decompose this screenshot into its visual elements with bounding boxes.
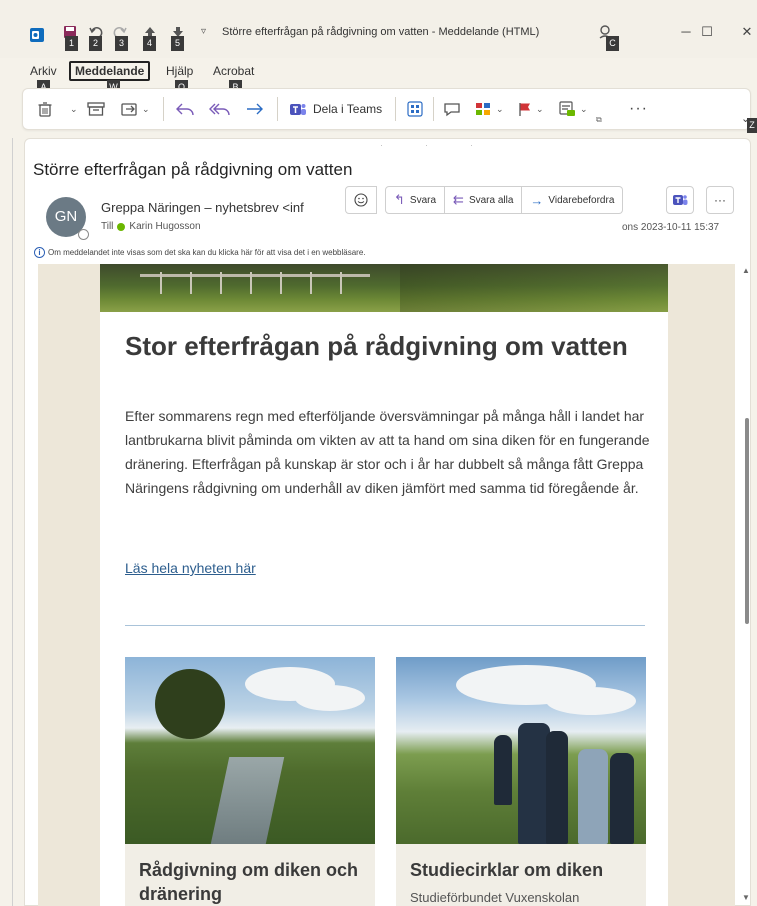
email-body: Stor efterfrågan på rådgivning om vatten… [38,264,735,906]
reply-all-action-icon: ⇇ [453,192,464,207]
reply-all-action-label: Svara alla [468,194,514,206]
ditch-photo[interactable] [125,657,375,844]
reply-button[interactable] [175,98,195,120]
message-subject: Större efterfrågan på rådgivning om vatt… [33,160,353,179]
scroll-up-arrow-icon[interactable]: ▲ [742,266,750,275]
ribbon-separator [163,97,164,121]
forward-action-icon: → [530,192,544,208]
categorize-button[interactable]: ⌄ [475,98,504,120]
forward-button[interactable] [245,98,265,120]
card-study-circles[interactable]: Studiecirklar om diken Studieförbundet V… [396,844,646,906]
tab-message[interactable]: Meddelande [69,61,151,81]
emoji-reaction-button[interactable] [345,186,377,214]
study-circle-photo[interactable] [396,657,646,844]
keytip-qat4: 4 [143,36,156,51]
ribbon: ⌄ ⌄ Dela i Teams ⌄ ⌄ ⌄ ⧉ ··· [22,88,751,130]
tab-acrobat[interactable]: Acrobat [213,64,254,78]
teams-action-icon [673,195,688,205]
newsletter-headline: Stor efterfrågan på rådgivning om vatten [125,331,628,361]
tab-help[interactable]: Hjälp [166,64,193,78]
rules-icon [559,101,575,116]
card-ditches[interactable]: Rådgivning om diken och dränering [125,844,375,906]
respond-meeting-button[interactable] [443,98,461,120]
to-label: Till [101,221,114,232]
keytip-qat1: 1 [65,36,78,51]
flag-button[interactable]: ⌄ [517,98,544,120]
smiley-icon [354,193,368,207]
recipient-presence-icon [117,222,126,231]
info-bar[interactable]: i Om meddelandet inte visas som det ska … [34,247,366,258]
reply-action-button[interactable]: ↰ Svara [385,186,446,214]
recipient-name[interactable]: Karin Hugosson [129,221,200,232]
close-button[interactable]: ✕ [737,24,757,40]
newsletter-card: Stor efterfrågan på rådgivning om vatten… [100,264,668,906]
delete-icon [38,102,52,117]
reply-icon [176,103,194,116]
forward-icon [247,103,263,115]
teams-action-button[interactable] [666,186,694,214]
reply-action-icon: ↰ [394,192,405,207]
apps-button[interactable] [407,98,423,120]
outlook-message-window: 1 2 3 4 5 ▿ Större efterfrågan på rådgiv… [0,0,757,906]
divider [125,625,645,626]
delete-button[interactable] [37,98,53,120]
chat-icon [444,103,460,117]
tab-file[interactable]: Arkiv [30,64,57,78]
teams-icon [290,104,306,115]
newsletter-lead: Efter sommarens regn med efterföljande ö… [125,408,650,496]
reply-action-label: Svara [409,194,437,206]
message-actions: ↰ Svara ⇇ Svara alla → Vidarebefordra [345,186,624,214]
window-title: Större efterfrågan på rådgivning om vatt… [222,26,540,38]
more-ribbon-button[interactable]: ··· [629,98,648,120]
keytip-qat2: 2 [89,36,102,51]
move-button[interactable]: ⌄ [121,98,150,120]
keytip-qat5: 5 [171,36,184,51]
dialog-launcher-icon[interactable]: ⧉ [596,109,602,131]
share-teams-label: Dela i Teams [313,102,383,116]
window-edge [12,138,13,906]
keytip-qat3: 3 [115,36,128,51]
more-actions-button[interactable]: ··· [706,186,734,214]
header-dots: ··· [380,140,515,150]
reply-all-icon [209,103,230,116]
ribbon-separator [277,97,278,121]
sender-name[interactable]: Greppa Näringen – nyhetsbrev <inf [101,200,304,215]
forward-action-button[interactable]: → Vidarebefordra [522,186,624,214]
hero-image [100,264,668,312]
scroll-down-arrow-icon[interactable]: ▼ [742,893,750,902]
scrollbar-thumb[interactable] [745,418,749,624]
info-text: Om meddelandet inte visas som det ska ka… [48,248,366,257]
ribbon-separator [395,97,396,121]
archive-icon [87,102,105,116]
presence-status-icon [78,229,89,240]
card-study-circles-subtitle: Studieförbundet Vuxenskolan [410,890,580,905]
read-more-link[interactable]: Läs hela nyheten här [125,560,256,576]
maximize-button[interactable]: ☐ [697,24,717,40]
archive-button[interactable] [87,98,105,120]
share-teams-button[interactable]: Dela i Teams [289,98,382,120]
info-icon: i [34,247,45,258]
delete-dropdown-caret[interactable]: ⌄ [67,98,78,120]
title-bar: 1 2 3 4 5 ▿ Större efterfrågan på rådgiv… [0,0,757,58]
keytip-ribbon-end: Z [747,118,757,133]
recipient-line: Till Karin Hugosson [101,221,201,232]
minimize-button[interactable]: ─ [676,24,696,39]
keytip-search: C [606,36,619,51]
categorize-icon [476,103,490,115]
reply-all-button[interactable] [209,98,231,120]
move-icon [121,103,137,116]
message-date: ons 2023-10-11 15:37 [622,222,720,233]
rules-button[interactable]: ⌄ [559,98,588,120]
customize-qat-icon[interactable]: ▿ [201,26,206,37]
reply-all-action-button[interactable]: ⇇ Svara alla [445,186,523,214]
forward-action-label: Vidarebefordra [548,194,615,206]
outlook-app-icon [30,28,44,42]
flag-icon [519,103,530,116]
card-study-circles-title: Studiecirklar om diken [410,860,604,880]
card-ditches-title: Rådgivning om diken och dränering [139,860,359,904]
apps-grid-icon [407,101,423,117]
ribbon-separator [433,97,434,121]
